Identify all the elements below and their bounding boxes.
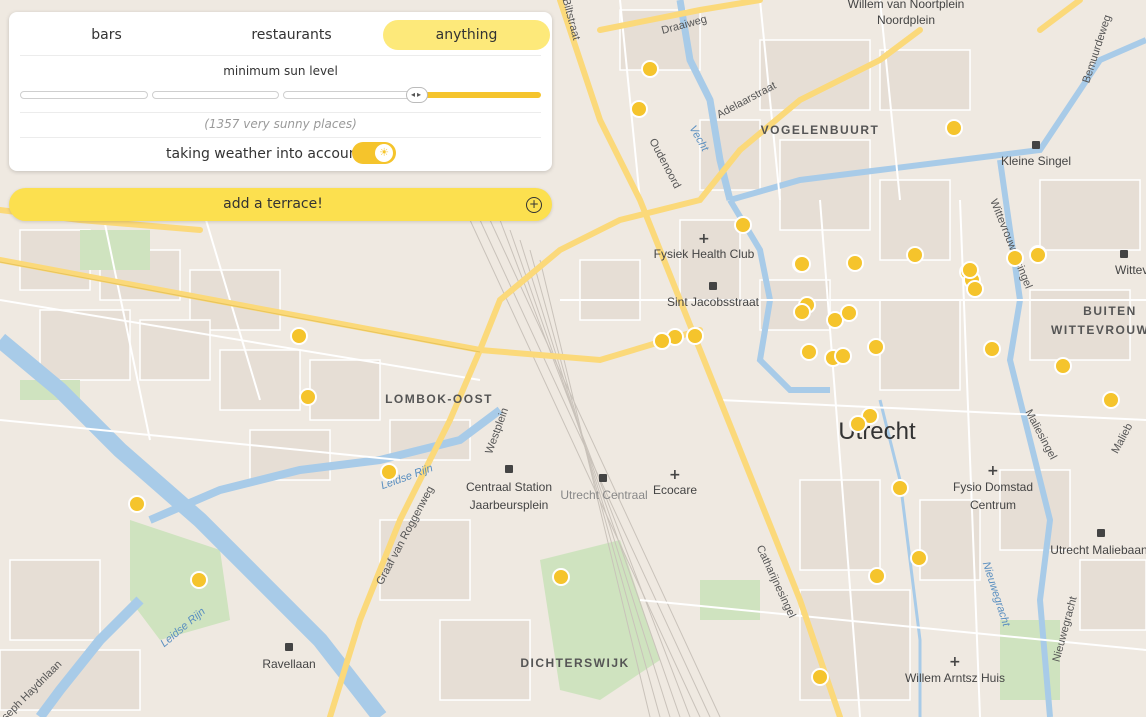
- poi-label: Ecocare: [653, 483, 697, 497]
- tab-restaurants[interactable]: restaurants: [205, 20, 378, 50]
- street-label: Noordplein: [877, 13, 935, 27]
- poi-label: Ravellaan: [262, 657, 315, 671]
- district-label: DICHTERSWIJK: [520, 656, 629, 670]
- poi-label: Willem van Noortplein: [848, 0, 965, 11]
- filter-panel: bars restaurants anything minimum sun le…: [9, 12, 552, 171]
- divider: [20, 112, 541, 113]
- terrace-marker[interactable]: [945, 119, 963, 137]
- slider-segment: [283, 91, 413, 99]
- terrace-marker[interactable]: [380, 463, 398, 481]
- terrace-marker[interactable]: [966, 280, 984, 298]
- weather-label: taking weather into account: [166, 146, 364, 162]
- terrace-marker[interactable]: [983, 340, 1001, 358]
- health-cross-icon: +: [949, 654, 961, 670]
- slider-handle[interactable]: ◂▸: [406, 87, 428, 103]
- terrace-marker[interactable]: [190, 571, 208, 589]
- poi-label: Centrum: [970, 498, 1016, 512]
- terrace-marker[interactable]: [552, 568, 570, 586]
- divider: [20, 137, 541, 138]
- bus-icon: [1032, 141, 1040, 149]
- poi-label: Wittevrouw: [1115, 263, 1146, 277]
- train-icon: [1097, 529, 1105, 537]
- terrace-marker[interactable]: [891, 479, 909, 497]
- divider: [20, 55, 541, 56]
- add-terrace-button[interactable]: add a terrace! +: [9, 188, 552, 221]
- slider-fill: [419, 92, 541, 98]
- health-cross-icon: +: [669, 467, 681, 483]
- terrace-marker[interactable]: [793, 303, 811, 321]
- bus-icon: [505, 465, 513, 473]
- place-count: (1357 very sunny places): [204, 117, 357, 131]
- category-tabs: bars restaurants anything: [20, 20, 550, 50]
- bus-icon: [285, 643, 293, 651]
- terrace-marker[interactable]: [1029, 246, 1047, 264]
- tab-anything[interactable]: anything: [383, 20, 550, 50]
- terrace-marker[interactable]: [653, 332, 671, 350]
- weather-toggle[interactable]: ☀: [352, 142, 396, 164]
- slider-segment: [152, 91, 279, 99]
- district-label: BUITEN: [1083, 304, 1137, 318]
- terrace-marker[interactable]: [811, 668, 829, 686]
- terrace-marker[interactable]: [734, 216, 752, 234]
- district-label: VOGELENBUURT: [761, 123, 880, 137]
- plus-circle-icon: +: [526, 197, 542, 213]
- terrace-marker[interactable]: [1102, 391, 1120, 409]
- terrace-marker[interactable]: [641, 60, 659, 78]
- terrace-marker[interactable]: [793, 255, 811, 273]
- terrace-marker[interactable]: [128, 495, 146, 513]
- terrace-marker[interactable]: [630, 100, 648, 118]
- terrace-marker[interactable]: [910, 549, 928, 567]
- train-icon: [599, 474, 607, 482]
- sun-cloud-icon: ☀: [375, 144, 393, 162]
- health-cross-icon: +: [698, 231, 710, 247]
- terrace-marker[interactable]: [846, 254, 864, 272]
- terrace-marker[interactable]: [800, 343, 818, 361]
- terrace-marker[interactable]: [961, 261, 979, 279]
- terrace-marker[interactable]: [1006, 249, 1024, 267]
- terrace-marker[interactable]: [299, 388, 317, 406]
- tab-bars[interactable]: bars: [20, 20, 193, 50]
- terrace-marker[interactable]: [906, 246, 924, 264]
- poi-label: Fysiek Health Club: [654, 247, 755, 261]
- poi-label: Utrecht Maliebaan: [1050, 543, 1146, 557]
- terrace-marker[interactable]: [849, 415, 867, 433]
- terrace-marker[interactable]: [1054, 357, 1072, 375]
- poi-label: Sint Jacobsstraat: [667, 295, 760, 309]
- poi-label: Centraal Station: [466, 480, 552, 494]
- terrace-marker[interactable]: [840, 304, 858, 322]
- health-cross-icon: +: [987, 463, 999, 479]
- district-label: WITTEVROUWEN: [1051, 323, 1146, 337]
- sun-level-label: minimum sun level: [223, 64, 338, 78]
- terrace-marker[interactable]: [867, 338, 885, 356]
- poi-label: Fysio Domstad: [953, 480, 1033, 494]
- poi-label: Jaarbeursplein: [470, 498, 549, 512]
- bus-icon: [1120, 250, 1128, 258]
- terrace-marker[interactable]: [868, 567, 886, 585]
- poi-label: Utrecht Centraal: [560, 488, 647, 502]
- street-label: Kleine Singel: [1001, 154, 1071, 168]
- terrace-marker[interactable]: [834, 347, 852, 365]
- bus-icon: [709, 282, 717, 290]
- terrace-marker[interactable]: [290, 327, 308, 345]
- poi-label: Willem Arntsz Huis: [905, 671, 1005, 685]
- slider-segment: [20, 91, 148, 99]
- district-label: LOMBOK-OOST: [385, 392, 493, 406]
- add-terrace-label: add a terrace!: [223, 196, 323, 212]
- terrace-marker[interactable]: [686, 327, 704, 345]
